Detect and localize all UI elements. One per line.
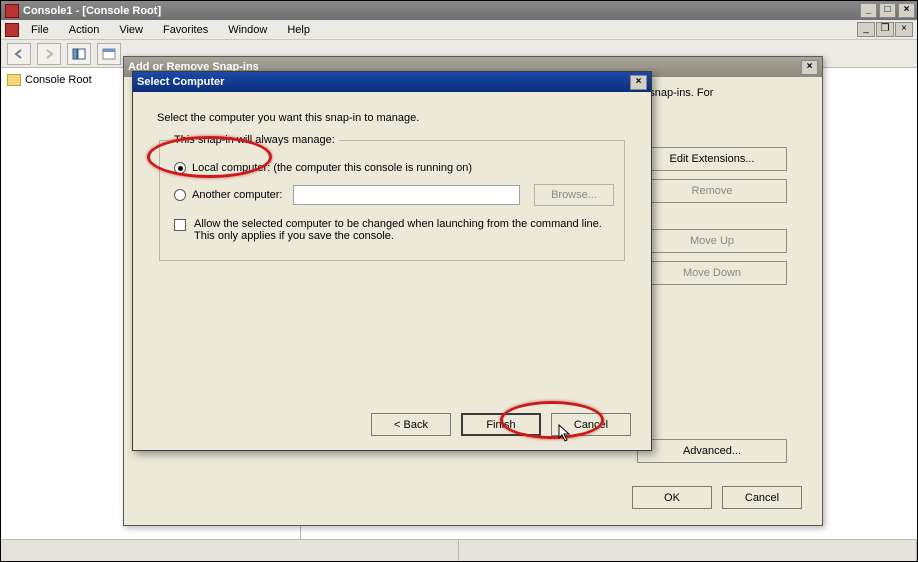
select-computer-dialog: Select Computer × Select the computer yo… (132, 71, 652, 451)
select-computer-close-button[interactable]: × (630, 75, 647, 90)
edit-extensions-button[interactable]: Edit Extensions... (637, 147, 787, 171)
snapins-cancel-button[interactable]: Cancel (722, 486, 802, 509)
menubar: File Action View Favorites Window Help _… (1, 20, 917, 40)
menu-action[interactable]: Action (61, 22, 108, 38)
folder-icon (7, 74, 21, 86)
snapins-ok-button[interactable]: OK (632, 486, 712, 509)
main-window-titlebar: Console1 - [Console Root] _ □ × (1, 1, 917, 20)
select-computer-title: Select Computer (137, 76, 224, 88)
advanced-button[interactable]: Advanced... (637, 439, 787, 463)
menu-help[interactable]: Help (279, 22, 318, 38)
menu-file[interactable]: File (23, 22, 57, 38)
browse-button[interactable]: Browse... (534, 184, 614, 206)
statusbar (1, 539, 917, 561)
another-computer-label: Another computer: (192, 189, 283, 201)
window-title: Console1 - [Console Root] (23, 5, 161, 17)
mdi-close-button[interactable]: × (895, 22, 913, 37)
finish-button[interactable]: Finish (461, 413, 541, 436)
manage-group-legend: This snap-in will always manage: (170, 134, 339, 146)
manage-group: This snap-in will always manage: Local c… (159, 134, 625, 261)
minimize-button[interactable]: _ (860, 3, 877, 18)
snapins-close-button[interactable]: × (801, 60, 818, 75)
allow-change-row[interactable]: Allow the selected computer to be change… (174, 218, 614, 242)
another-computer-radio[interactable] (174, 189, 186, 201)
forward-icon[interactable] (37, 43, 61, 65)
another-computer-option[interactable]: Another computer: Browse... (174, 184, 614, 206)
close-button[interactable]: × (898, 3, 915, 18)
mdi-restore-button[interactable]: ❐ (876, 22, 894, 37)
app-icon (5, 4, 19, 18)
tree-root-label: Console Root (25, 74, 92, 86)
move-up-button[interactable]: Move Up (637, 229, 787, 253)
select-computer-titlebar: Select Computer × (133, 72, 651, 92)
select-computer-instruction: Select the computer you want this snap-i… (157, 112, 627, 124)
mdi-minimize-button[interactable]: _ (857, 22, 875, 37)
properties-icon[interactable] (97, 43, 121, 65)
move-down-button[interactable]: Move Down (637, 261, 787, 285)
local-computer-option[interactable]: Local computer: (the computer this conso… (174, 162, 614, 174)
back-icon[interactable] (7, 43, 31, 65)
local-computer-radio[interactable] (174, 162, 186, 174)
menu-view[interactable]: View (111, 22, 151, 38)
allow-change-label: Allow the selected computer to be change… (194, 218, 614, 242)
local-computer-label: Local computer: (the computer this conso… (192, 162, 472, 174)
allow-change-checkbox[interactable] (174, 219, 186, 231)
another-computer-input[interactable] (293, 185, 521, 205)
menu-favorites[interactable]: Favorites (155, 22, 216, 38)
back-button[interactable]: < Back (371, 413, 451, 436)
menu-window[interactable]: Window (220, 22, 275, 38)
show-hide-tree-icon[interactable] (67, 43, 91, 65)
remove-button[interactable]: Remove (637, 179, 787, 203)
mdi-app-icon (5, 23, 19, 37)
snapins-text-fragment: of snap-ins. For (637, 87, 802, 139)
maximize-button[interactable]: □ (879, 3, 896, 18)
cancel-button[interactable]: Cancel (551, 413, 631, 436)
